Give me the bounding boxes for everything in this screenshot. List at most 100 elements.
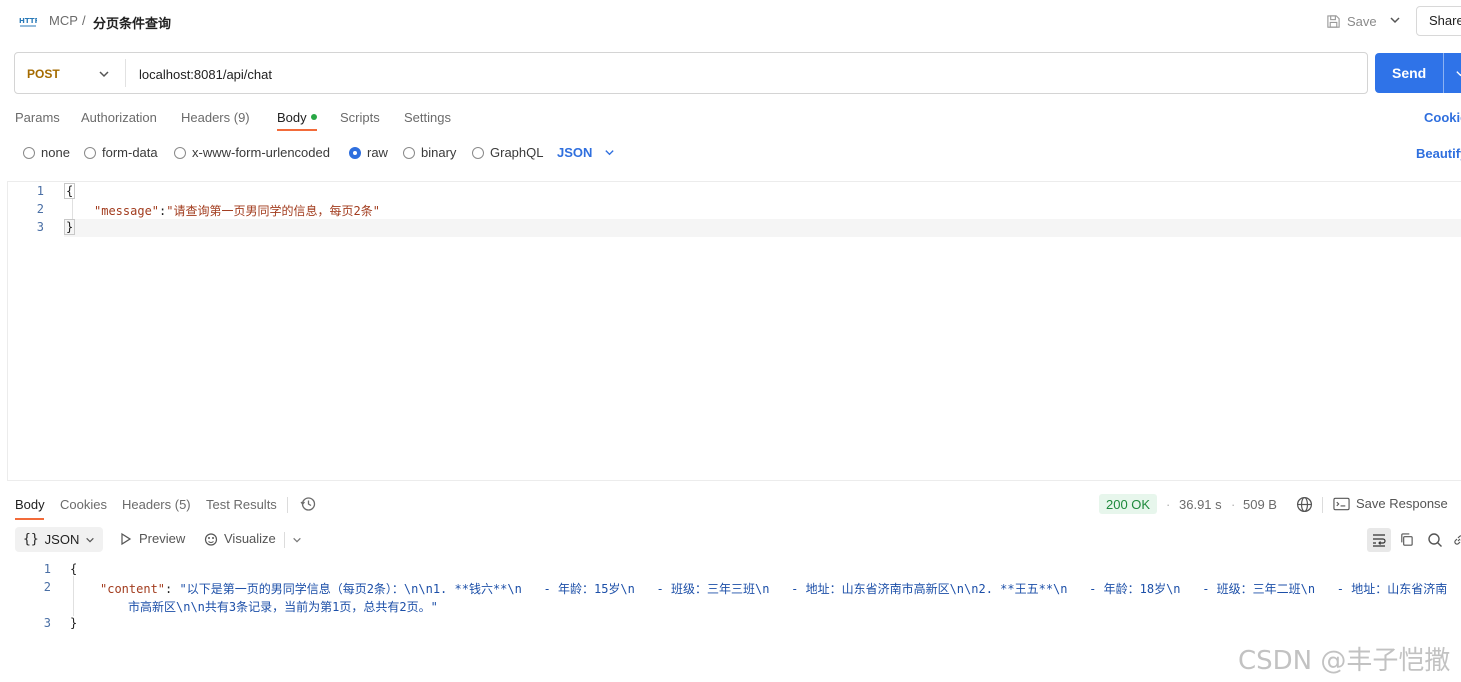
body-type-urlencoded-label: x-www-form-urlencoded — [192, 145, 330, 160]
response-body-viewer[interactable]: 1 2 3 { "content": "以下是第一页的男同学信息（每页2条）：\… — [0, 558, 1461, 638]
response-time[interactable]: 36.91 s — [1179, 497, 1222, 512]
link-icon[interactable] — [1452, 533, 1461, 547]
visualize-button[interactable]: Visualize — [204, 531, 276, 546]
body-type-graphql[interactable]: GraphQL — [472, 145, 543, 160]
response-tab-cookies[interactable]: Cookies — [60, 497, 107, 512]
body-type-binary-label: binary — [421, 145, 457, 160]
format-chevron-down-icon — [86, 537, 95, 543]
body-type-form-data-label: form-data — [102, 145, 158, 160]
json-key: "message" — [94, 204, 160, 218]
line-number: 2 — [43, 580, 51, 594]
tab-params[interactable]: Params — [15, 110, 60, 125]
request-tabs: Params Authorization Headers (9) Body Sc… — [0, 104, 1461, 131]
search-icon[interactable] — [1427, 532, 1443, 548]
radio-form-data[interactable] — [84, 146, 96, 159]
code-line-3: } — [64, 219, 76, 235]
body-type-binary[interactable]: binary — [403, 145, 456, 160]
divider — [287, 497, 288, 513]
save-response-label: Save Response — [1356, 496, 1448, 511]
save-label: Save — [1347, 13, 1377, 29]
response-close-brace: } — [70, 616, 78, 630]
open-brace: { — [64, 183, 76, 199]
request-title[interactable]: 分页条件查询 — [93, 13, 171, 32]
cookies-link[interactable]: Cookies — [1424, 110, 1461, 125]
raw-language-select[interactable]: JSON — [557, 145, 615, 160]
response-tab-body[interactable]: Body — [15, 497, 45, 512]
share-label: Share — [1429, 13, 1461, 28]
response-tab-headers[interactable]: Headers (5) — [122, 497, 191, 512]
body-type-raw[interactable]: raw — [349, 145, 388, 160]
current-line-highlight — [64, 219, 1461, 237]
response-format-select[interactable]: {} JSON — [15, 527, 104, 552]
radio-raw-selected[interactable] — [349, 146, 361, 159]
meta-separator: · — [1166, 497, 1171, 512]
body-type-none[interactable]: none — [23, 145, 70, 160]
response-size[interactable]: 509 B — [1243, 497, 1277, 512]
visualize-label: Visualize — [224, 531, 276, 546]
response-toolbar: {} JSON Preview Visualize — [0, 527, 1461, 553]
globe-icon[interactable] — [1296, 496, 1313, 513]
meta-separator: · — [1231, 497, 1236, 512]
status-badge[interactable]: 200 OK — [1099, 494, 1158, 514]
response-json-value-line1: "以下是第一页的男同学信息（每页2条）：\n\n1. **钱六**\n - 年龄… — [179, 582, 1448, 596]
response-json-colon: : — [165, 582, 180, 596]
url-bar: POST — [14, 52, 1368, 94]
response-tabs: Body Cookies Headers (5) Test Results 20… — [0, 492, 1461, 520]
send-label: Send — [1392, 65, 1427, 81]
line-number: 2 — [36, 202, 44, 216]
send-button[interactable]: Send — [1375, 53, 1461, 93]
save-icon — [1327, 14, 1340, 28]
response-json-value-line2: 市高新区\n\n共有3条记录，当前为第1页，总共有2页。" — [128, 600, 438, 614]
response-code-line-2: "content": "以下是第一页的男同学信息（每页2条）：\n\n1. **… — [100, 580, 1447, 597]
radio-binary[interactable] — [403, 146, 415, 159]
breadcrumb-collection[interactable]: MCP — [49, 13, 78, 28]
preview-button[interactable]: Preview — [119, 531, 185, 546]
send-options-chevron-down-icon[interactable] — [1455, 68, 1461, 79]
tab-scripts[interactable]: Scripts — [340, 110, 380, 125]
save-button[interactable]: Save — [1326, 8, 1377, 34]
visualize-icon — [204, 532, 218, 546]
response-open-brace: { — [70, 562, 78, 576]
share-button[interactable]: Share — [1416, 6, 1461, 36]
request-body-editor[interactable]: 1 2 3 { "message":"请查询第一页男同学的信息，每页2条" } — [7, 181, 1461, 481]
body-type-urlencoded[interactable]: x-www-form-urlencoded — [174, 145, 330, 160]
language-chevron-down-icon — [605, 150, 615, 156]
wrap-lines-button[interactable] — [1367, 528, 1391, 552]
body-modified-dot — [310, 114, 317, 120]
save-response-icon — [1333, 497, 1350, 510]
response-tab-test-results[interactable]: Test Results — [206, 497, 277, 512]
url-input[interactable] — [139, 65, 1339, 83]
breadcrumb-separator: / — [82, 13, 86, 28]
visualize-chevron-down-icon[interactable] — [292, 535, 302, 545]
copy-icon[interactable] — [1399, 532, 1414, 547]
tab-authorization[interactable]: Authorization — [81, 110, 157, 125]
preview-label: Preview — [139, 531, 186, 546]
url-divider — [125, 59, 126, 87]
line-number: 3 — [43, 616, 51, 630]
play-icon — [121, 532, 132, 545]
tab-headers[interactable]: Headers (9) — [181, 110, 250, 125]
tab-settings[interactable]: Settings — [404, 110, 451, 125]
watermark: CSDN @丰子恺撒 — [1238, 646, 1451, 676]
save-options-chevron-down-icon[interactable] — [1389, 14, 1401, 26]
history-icon[interactable] — [300, 496, 316, 512]
beautify-link[interactable]: Beautify — [1416, 146, 1461, 161]
method-chevron-down-icon[interactable] — [98, 68, 110, 80]
code-line-1: { — [64, 183, 76, 199]
body-type-form-data[interactable]: form-data — [84, 145, 158, 160]
wrap-lines-icon — [1373, 534, 1386, 547]
body-type-selector: none form-data x-www-form-urlencoded raw… — [0, 142, 1461, 164]
radio-none[interactable] — [23, 146, 35, 159]
radio-graphql[interactable] — [472, 146, 484, 159]
tab-body[interactable]: Body — [277, 110, 317, 125]
save-response-button[interactable]: Save Response — [1333, 496, 1448, 511]
indent-guide — [73, 576, 74, 616]
active-tab-underline — [277, 129, 317, 131]
method-select[interactable]: POST — [27, 67, 60, 81]
raw-language-label: JSON — [557, 145, 593, 160]
close-brace: } — [64, 219, 76, 235]
response-code-line-2-wrap: 市高新区\n\n共有3条记录，当前为第1页，总共有2页。" — [128, 598, 438, 615]
braces-icon: {} — [23, 532, 39, 547]
body-type-none-label: none — [41, 145, 70, 160]
radio-urlencoded[interactable] — [174, 146, 186, 159]
